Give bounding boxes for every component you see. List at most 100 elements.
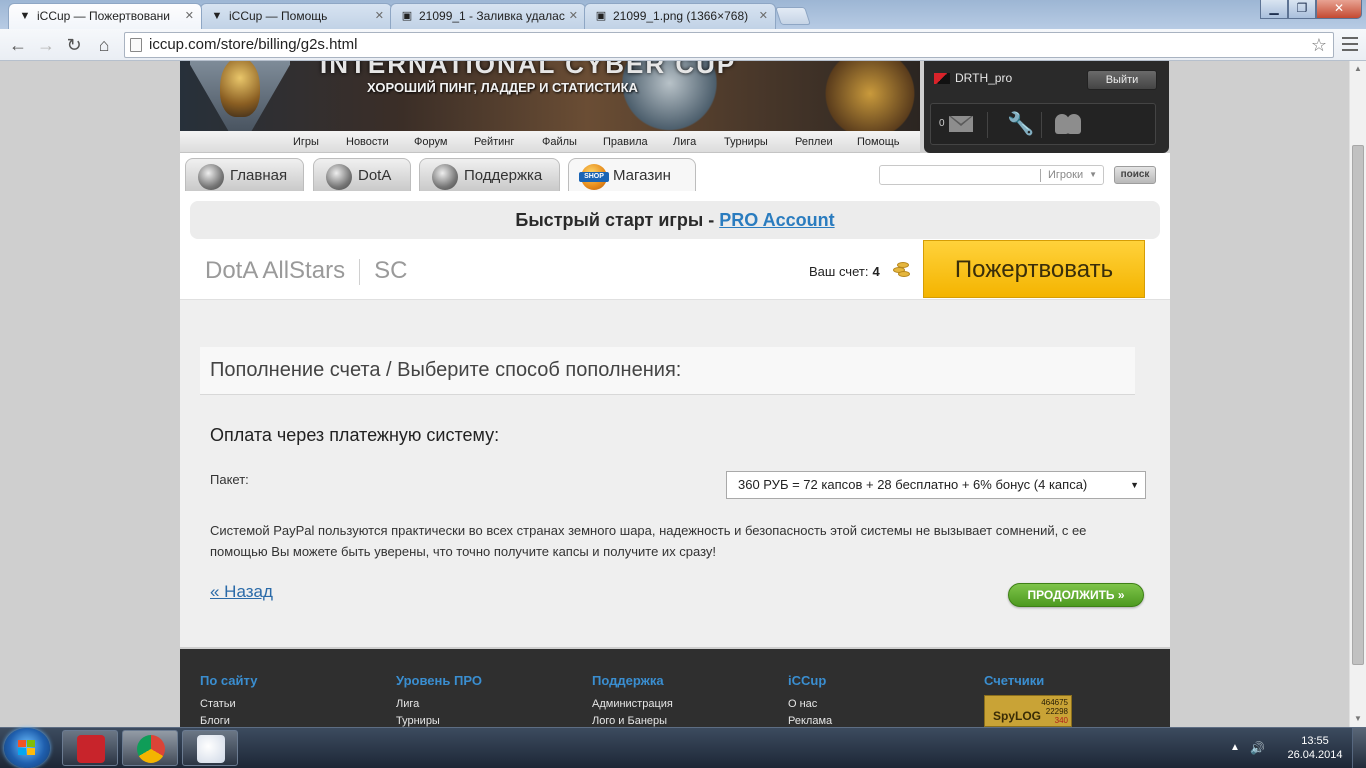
- spylog-counter[interactable]: SpyLOG 464675 22298 340: [984, 695, 1072, 727]
- footer-column-site: По сайту Статьи Блоги: [200, 673, 257, 727]
- footer-link[interactable]: О нас: [788, 699, 832, 710]
- home-icon[interactable]: ⌂: [92, 33, 116, 57]
- menu-item-games[interactable]: Игры: [293, 131, 319, 153]
- footer-column-counters: Счетчики: [984, 673, 1044, 688]
- footer-link[interactable]: Реклама: [788, 716, 832, 727]
- footer-column-title: iCCup: [788, 673, 827, 688]
- footer-link[interactable]: Лига: [396, 699, 482, 710]
- system-clock[interactable]: 13:55 26.04.2014: [1284, 734, 1346, 762]
- wrench-icon[interactable]: 🔧: [1007, 112, 1034, 136]
- browser-toolbar: ← → ↻ ⌂ iccup.com/store/billing/g2s.html…: [0, 29, 1366, 61]
- mail-icon[interactable]: [949, 116, 973, 132]
- close-tab-icon[interactable]: ✕: [759, 4, 768, 28]
- country-flag-icon: [934, 73, 950, 84]
- tray-arrow-icon[interactable]: ▲: [1230, 728, 1240, 768]
- tab-label: DotA: [358, 167, 392, 184]
- menu-item-forum[interactable]: Форум: [414, 131, 447, 153]
- browser-tab-image[interactable]: ▣ 21099_1.png (1366×768) ✕: [584, 3, 776, 29]
- username[interactable]: DRTH_pro: [955, 71, 1012, 85]
- scroll-up-icon[interactable]: ▲: [1350, 61, 1366, 77]
- footer-link[interactable]: Статьи: [200, 699, 257, 710]
- footer-link[interactable]: Турниры: [396, 716, 482, 727]
- back-arrow-icon[interactable]: ←: [6, 33, 30, 57]
- taskbar-app-paint[interactable]: [182, 730, 238, 766]
- browser-tab-donate[interactable]: ▼ iCCup — Пожертвовани ✕: [8, 3, 202, 29]
- continue-button[interactable]: ПРОДОЛЖИТЬ »: [1008, 583, 1144, 607]
- pro-account-link[interactable]: PRO Account: [719, 210, 834, 230]
- remote-app-icon: [77, 735, 105, 763]
- browser-tab-title: 21099_1.png (1366×768): [613, 9, 749, 23]
- back-link[interactable]: « Назад: [210, 582, 273, 602]
- bookmark-star-icon[interactable]: ☆: [1311, 33, 1327, 57]
- browser-tab-help[interactable]: ▼ iCCup — Помощь ✕: [200, 3, 392, 29]
- store-content: Быстрый старт игры - PRO Account DotA Al…: [180, 191, 1170, 647]
- footer-column-support: Поддержка Администрация Лого и Банеры: [592, 673, 673, 727]
- address-bar[interactable]: iccup.com/store/billing/g2s.html ☆: [124, 32, 1334, 58]
- footer-link[interactable]: Администрация: [592, 699, 673, 710]
- minimize-button[interactable]: ▁: [1260, 0, 1288, 19]
- close-window-button[interactable]: ✕: [1316, 0, 1362, 19]
- menu-item-league[interactable]: Лига: [673, 131, 696, 153]
- game-link-dota[interactable]: DotA AllStars: [205, 257, 345, 284]
- promo-banner: Быстрый старт игры - PRO Account: [190, 201, 1160, 239]
- site-wrapper: INTERNATIONAL CYBER CUP ХОРОШИЙ ПИНГ, ЛА…: [180, 61, 1170, 727]
- menu-item-replays[interactable]: Реплеи: [795, 131, 833, 153]
- paint-icon: [197, 735, 225, 763]
- menu-item-tournaments[interactable]: Турниры: [724, 131, 768, 153]
- user-icons-box: 0 🔧: [930, 103, 1156, 145]
- chrome-menu-icon[interactable]: [1342, 37, 1358, 51]
- footer-column-pro: Уровень ПРО Лига Турниры: [396, 673, 482, 727]
- tab-shop[interactable]: Магазин: [568, 158, 696, 192]
- billing-panel: Пополнение счета / Выберите способ попол…: [180, 299, 1170, 647]
- page-viewport: INTERNATIONAL CYBER CUP ХОРОШИЙ ПИНГ, ЛА…: [0, 61, 1349, 727]
- tab-label: Магазин: [613, 167, 671, 184]
- header-banner: INTERNATIONAL CYBER CUP ХОРОШИЙ ПИНГ, ЛА…: [180, 61, 920, 131]
- divider: [1041, 112, 1042, 138]
- start-button[interactable]: [4, 728, 50, 768]
- message-count: 0: [939, 118, 945, 129]
- chevron-down-icon: ▼: [1130, 480, 1139, 490]
- tab-dota[interactable]: DotA: [313, 158, 411, 191]
- payment-system-heading: Оплата через платежную систему:: [210, 425, 500, 445]
- taskbar-app-chrome[interactable]: [122, 730, 178, 766]
- menu-item-news[interactable]: Новости: [346, 131, 389, 153]
- banner-art-creature: [820, 61, 920, 131]
- dota-icon: [326, 164, 352, 190]
- reload-icon[interactable]: ↻: [62, 33, 86, 57]
- package-select[interactable]: 360 РУБ = 72 капсов + 28 бесплатно + 6% …: [726, 471, 1146, 499]
- scrollbar-thumb[interactable]: [1352, 145, 1364, 665]
- browser-tab-title: iCCup — Помощь: [229, 9, 328, 23]
- counter-name: SpyLOG: [993, 709, 1042, 723]
- menu-item-rating[interactable]: Рейтинг: [474, 131, 514, 153]
- scroll-down-icon[interactable]: ▼: [1350, 711, 1366, 727]
- page-scrollbar[interactable]: ▲ ▼: [1349, 61, 1366, 727]
- search-input[interactable]: Игроки ▼: [879, 165, 1104, 185]
- chevron-down-icon[interactable]: ▼: [1089, 166, 1097, 184]
- browser-tab-upload[interactable]: ▣ 21099_1 - Заливка удалас ✕: [390, 3, 586, 29]
- menu-item-rules[interactable]: Правила: [603, 131, 648, 153]
- donate-button[interactable]: Пожертвовать: [923, 240, 1145, 298]
- address-url[interactable]: iccup.com/store/billing/g2s.html: [149, 33, 357, 57]
- friends-icon[interactable]: [1055, 114, 1083, 134]
- game-link-sc[interactable]: SC: [374, 257, 407, 284]
- search-button[interactable]: поиск: [1114, 166, 1156, 184]
- logout-button[interactable]: Выйти: [1087, 70, 1157, 90]
- close-tab-icon[interactable]: ✕: [569, 4, 578, 28]
- tab-support[interactable]: Поддержка: [419, 158, 560, 191]
- divider: [987, 112, 988, 138]
- close-tab-icon[interactable]: ✕: [375, 4, 384, 28]
- maximize-button[interactable]: ❐: [1288, 0, 1316, 19]
- new-tab-button[interactable]: [775, 7, 811, 25]
- search-scope-select[interactable]: Игроки: [1048, 166, 1083, 184]
- taskbar-app-remote[interactable]: [62, 730, 118, 766]
- close-tab-icon[interactable]: ✕: [185, 4, 194, 28]
- menu-item-help[interactable]: Помощь: [857, 131, 900, 153]
- menu-item-files[interactable]: Файлы: [542, 131, 577, 153]
- footer-link[interactable]: Блоги: [200, 716, 257, 727]
- show-desktop-button[interactable]: [1352, 728, 1366, 768]
- tab-main[interactable]: Главная: [185, 158, 304, 191]
- footer-link[interactable]: Лого и Банеры: [592, 716, 673, 727]
- volume-icon[interactable]: 🔊: [1250, 728, 1265, 768]
- forward-arrow-icon[interactable]: →: [34, 33, 58, 57]
- banner-slogan: ХОРОШИЙ ПИНГ, ЛАДДЕР И СТАТИСТИКА: [367, 80, 638, 95]
